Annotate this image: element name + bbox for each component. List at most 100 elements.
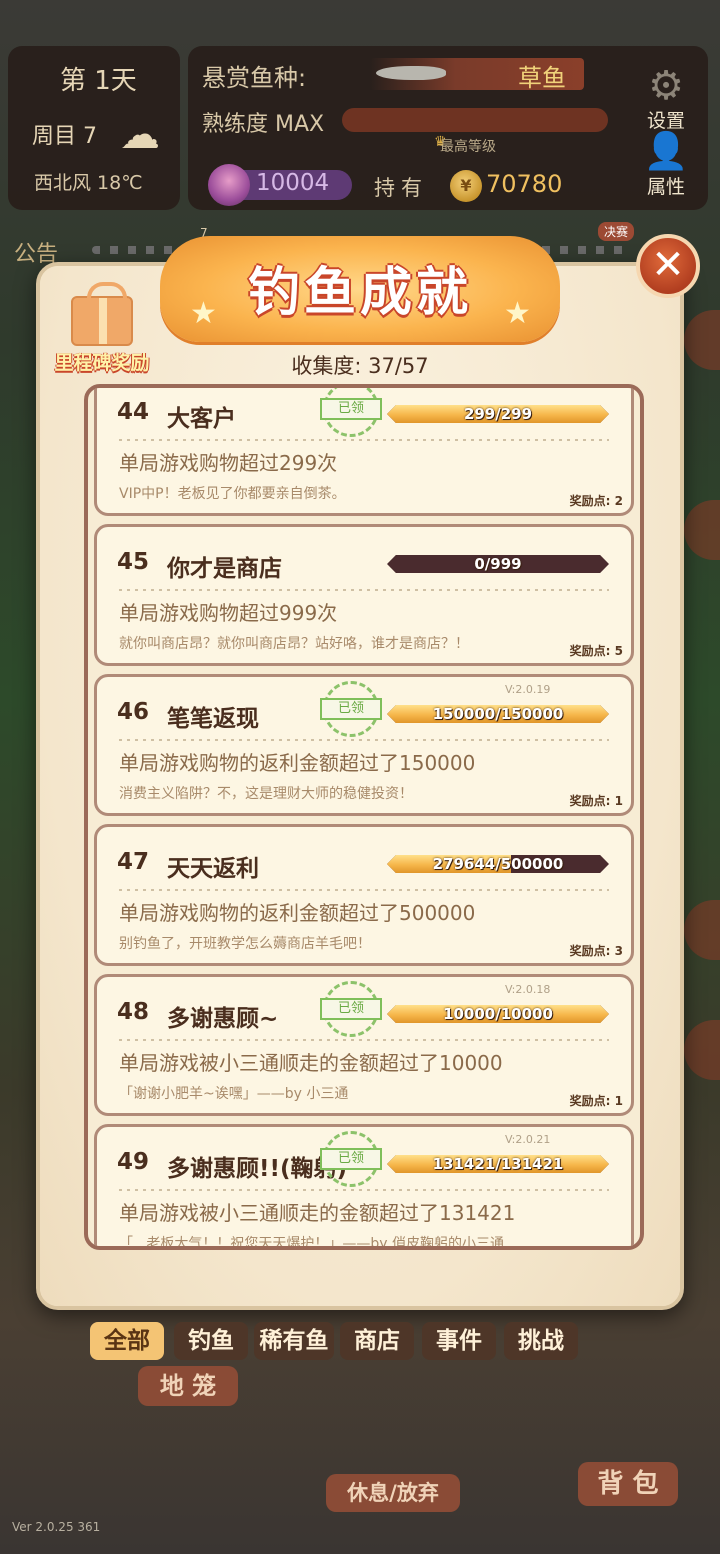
achievement-description: 单局游戏被小三通顺走的金额超过了10000 <box>119 1051 503 1075</box>
backpack-button[interactable]: 背 包 <box>578 1462 678 1506</box>
progress-text: 279644/500000 <box>432 855 564 873</box>
progress-text: 150000/150000 <box>432 705 564 723</box>
tab-rare-fish[interactable]: 稀有鱼 <box>254 1322 334 1360</box>
bounty-panel: 悬赏鱼种: 草鱼 熟练度 MAX ♛ 最高等级 10004 持有 ¥ 70780… <box>188 46 708 210</box>
day-weather-panel: 第 1天 周目 7 ☁ 西北风 18℃ <box>8 46 180 210</box>
fish-cage-button[interactable]: 地 笼 <box>138 1366 238 1406</box>
achievement-progress-bar: 299/299 <box>387 405 609 423</box>
bounty-label: 悬赏鱼种: <box>202 64 307 92</box>
divider <box>119 889 609 891</box>
achievement-flavor-text: 就你叫商店昂？就你叫商店昂？站好咯，谁才是商店？！ <box>119 636 469 652</box>
attributes-label: 属性 <box>646 176 685 198</box>
gem-icon <box>208 164 250 206</box>
wind-temperature: 西北风 18℃ <box>34 172 143 194</box>
version-tag: V:2.0.21 <box>505 1133 551 1146</box>
achievement-number: 47 <box>117 849 150 875</box>
gem-count: 10004 <box>256 170 330 196</box>
achievement-card: V:2.0.18 48 多谢惠顾~ 已领 10000/10000 单局游戏被小三… <box>94 974 634 1116</box>
reward-points: 奖励点: 5 <box>569 644 623 658</box>
gear-icon: ⚙ <box>648 63 684 109</box>
achievement-name: 天天返利 <box>167 856 259 882</box>
achievement-flavor-text: 别钓鱼了，开班教学怎么薅商店羊毛吧！ <box>119 936 371 952</box>
person-icon: 👤 <box>643 131 689 172</box>
settings-label: 设置 <box>646 110 685 132</box>
gift-icon <box>71 282 133 346</box>
achievement-progress-bar: 279644/500000 <box>387 855 609 873</box>
achievement-description: 单局游戏购物超过299次 <box>119 451 338 475</box>
mastery-label: 熟练度 MAX <box>202 112 325 137</box>
progress-text: 299/299 <box>463 405 533 423</box>
divider <box>119 439 609 441</box>
tab-shop[interactable]: 商店 <box>340 1322 414 1360</box>
achievement-name: 笔笔返现 <box>167 706 259 732</box>
final-stage-badge: 决赛 <box>598 222 635 241</box>
claimed-stamp: 已领 <box>320 388 382 437</box>
achievement-flavor-text: 消费主义陷阱？不，这是理财大师的稳健投资！ <box>119 786 413 802</box>
achievement-description: 单局游戏购物的返利金额超过了500000 <box>119 901 476 925</box>
reward-points: 奖励点: 1 <box>569 1094 623 1108</box>
max-level-label: 最高等级 <box>440 139 496 155</box>
mastery-bar <box>342 108 608 132</box>
achievement-name: 你才是商店 <box>167 556 282 582</box>
tab-events[interactable]: 事件 <box>422 1322 496 1360</box>
achievement-number: 48 <box>117 999 150 1025</box>
achievement-list[interactable]: 44 大客户 已领 299/299 单局游戏购物超过299次 VIP中P！老板见… <box>84 384 644 1250</box>
reward-points: 奖励点: 2 <box>569 494 623 508</box>
close-button[interactable]: ✕ <box>636 234 700 298</box>
achievement-progress-bar: 10000/10000 <box>387 1005 609 1023</box>
achievement-flavor-text: VIP中P！老板见了你都要亲自倒茶。 <box>119 486 346 502</box>
achievement-description: 单局游戏购物的返利金额超过了150000 <box>119 751 476 775</box>
divider <box>119 589 609 591</box>
claimed-stamp: 已领 <box>320 681 382 737</box>
side-tab <box>684 500 720 560</box>
claimed-stamp: 已领 <box>320 981 382 1037</box>
claimed-label: 已领 <box>320 398 382 420</box>
achievement-number: 46 <box>117 699 150 725</box>
dialog-title: 钓鱼成就 <box>247 263 472 323</box>
achievement-card: 44 大客户 已领 299/299 单局游戏购物超过299次 VIP中P！老板见… <box>94 388 634 516</box>
achievement-flavor-text: 「谢谢小肥羊~诶嘿」——by 小三通 <box>119 1086 349 1102</box>
progress-text: 0/999 <box>474 555 522 573</box>
attributes-button[interactable]: 👤 属性 <box>634 132 698 199</box>
coin-icon: ¥ <box>450 170 482 202</box>
achievement-number: 49 <box>117 1149 150 1175</box>
side-tab <box>684 1020 720 1080</box>
achievement-description: 单局游戏被小三通顺走的金额超过了131421 <box>119 1201 516 1225</box>
achievement-card: 45 你才是商店 0/999 单局游戏购物超过999次 就你叫商店昂？就你叫商店… <box>94 524 634 666</box>
achievement-name: 大客户 <box>167 406 236 432</box>
achievement-progress-bar: 131421/131421 <box>387 1155 609 1173</box>
achievement-number: 44 <box>117 399 150 425</box>
side-tab <box>684 900 720 960</box>
divider <box>119 1039 609 1041</box>
achievement-number: 45 <box>117 549 150 575</box>
day-counter: 第 1天 <box>60 66 137 96</box>
tab-fishing[interactable]: 钓鱼 <box>174 1322 248 1360</box>
rain-cloud-icon: ☁ <box>120 112 160 158</box>
settings-button[interactable]: ⚙ 设置 <box>634 66 698 133</box>
claimed-label: 已领 <box>320 998 382 1020</box>
hold-label: 持有 <box>374 176 428 200</box>
collection-progress: 收集度: 37/57 <box>291 354 429 378</box>
achievement-progress-bar: 150000/150000 <box>387 705 609 723</box>
tab-all[interactable]: 全部 <box>90 1322 164 1360</box>
divider <box>119 1189 609 1191</box>
reward-points: 奖励点: 3 <box>569 944 623 958</box>
fish-icon <box>376 66 446 80</box>
claimed-label: 已领 <box>320 698 382 720</box>
version-tag: V:2.0.18 <box>505 983 551 996</box>
tab-challenge[interactable]: 挑战 <box>504 1322 578 1360</box>
rest-quit-button[interactable]: 休息/放弃 <box>326 1474 460 1512</box>
claimed-stamp: 已领 <box>320 1131 382 1187</box>
achievement-name: 多谢惠顾~ <box>167 1006 279 1032</box>
achievement-card: V:2.0.21 49 多谢惠顾!!(鞠躬) 已领 131421/131421 … <box>94 1124 634 1250</box>
achievement-description: 单局游戏购物超过999次 <box>119 601 338 625</box>
achievement-card: V:2.0.19 46 笔笔返现 已领 150000/150000 单局游戏购物… <box>94 674 634 816</box>
side-tab <box>684 310 720 370</box>
progress-text: 131421/131421 <box>432 1155 564 1173</box>
coin-count: 70780 <box>486 170 563 198</box>
version-tag: V:2.0.19 <box>505 683 551 696</box>
achievement-progress-bar: 0/999 <box>387 555 609 573</box>
claimed-label: 已领 <box>320 1148 382 1170</box>
achievement-card: 47 天天返利 279644/500000 单局游戏购物的返利金额超过了5000… <box>94 824 634 966</box>
achievement-flavor-text: 「...老板大气！！祝您天天爆护！」——by 俏皮鞠躬的小三通 <box>119 1236 504 1250</box>
